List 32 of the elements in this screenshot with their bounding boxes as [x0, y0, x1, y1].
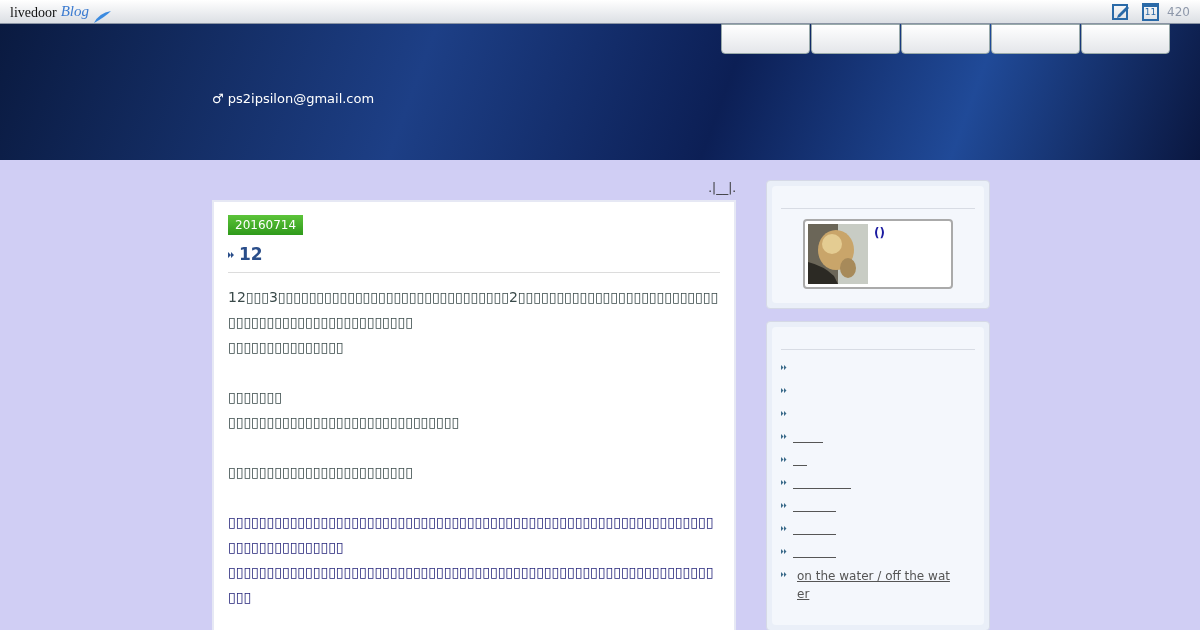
bullet-icon — [781, 388, 787, 393]
nav-tab[interactable] — [811, 24, 900, 54]
bullet-icon — [781, 526, 787, 531]
post-paragraph: ▯▯▯▯▯▯▯▯▯▯▯▯▯▯▯▯▯▯▯▯▯▯▯▯ — [228, 462, 414, 482]
calendar-icon[interactable]: 11 — [1142, 2, 1160, 21]
nav-tab[interactable] — [901, 24, 990, 54]
nav-tab[interactable] — [1081, 24, 1170, 54]
bullet-icon — [781, 503, 787, 508]
bullet-icon — [781, 549, 787, 554]
nav-tab[interactable] — [991, 24, 1080, 54]
bullet-icon — [781, 457, 787, 462]
logo-text[interactable]: livedoor — [10, 1, 57, 23]
bullet-icon — [781, 411, 787, 416]
breadcrumb-text: .|__|. — [708, 182, 736, 194]
sidebar-link[interactable]: on the water / off the water — [793, 567, 955, 603]
feather-icon — [93, 10, 111, 23]
edit-icon[interactable] — [1112, 2, 1131, 21]
logo-text[interactable]: Blog — [60, 0, 89, 23]
bullet-icon — [781, 572, 787, 577]
post-paragraph: 12▯▯▯3▯▯▯▯▯▯▯▯▯▯▯▯▯▯▯▯▯▯▯▯▯▯▯▯▯▯▯▯▯▯2▯▯▯▯▯▯▯▯▯▯▯▯▯▯▯▯▯▯▯▯▯▯▯▯▯▯▯▯▯▯▯▯▯▯▯▯▯▯▯▯▯▯▯▯▯▯▯▯▯▯ ▯▯▯▯▯▯▯▯▯▯▯▯▯▯▯ — [228, 287, 720, 357]
bullet-icon — [781, 365, 787, 370]
profile-name-link[interactable]: () — [874, 224, 885, 284]
bullet-icon — [781, 480, 787, 485]
arrow-icon — [228, 251, 235, 258]
nav-tab[interactable] — [721, 24, 810, 54]
counter-text: 420 — [1167, 3, 1190, 21]
date-badge: 20160714 — [228, 215, 304, 235]
bullet-icon — [781, 434, 787, 439]
post-paragraph: ▯▯▯▯▯▯▯ ▯▯▯▯▯▯▯▯▯▯▯▯▯▯▯▯▯▯▯▯▯▯▯▯▯▯▯▯▯▯ — [228, 387, 461, 432]
owner-email: ♂ ps2ipsilon@gmail.com — [212, 90, 375, 108]
post-link-text[interactable]: ▯▯▯▯▯▯▯▯▯▯▯▯▯▯▯▯▯▯▯▯▯▯▯▯▯▯▯▯▯▯▯▯▯▯▯▯▯▯▯▯▯▯▯▯▯▯▯▯▯▯▯▯▯▯▯▯▯▯▯▯▯▯▯▯▯▯▯▯▯▯▯▯▯▯▯▯▯▯ ▯▯▯▯▯▯▯▯▯▯▯▯▯▯▯▯▯▯▯▯▯▯▯▯▯▯▯▯▯▯▯▯▯▯▯▯▯▯▯▯▯▯▯▯▯▯▯▯▯▯▯▯▯▯▯▯▯▯▯▯▯▯▯▯▯▯ — [228, 509, 720, 610]
post-title[interactable]: 12 — [239, 242, 263, 268]
